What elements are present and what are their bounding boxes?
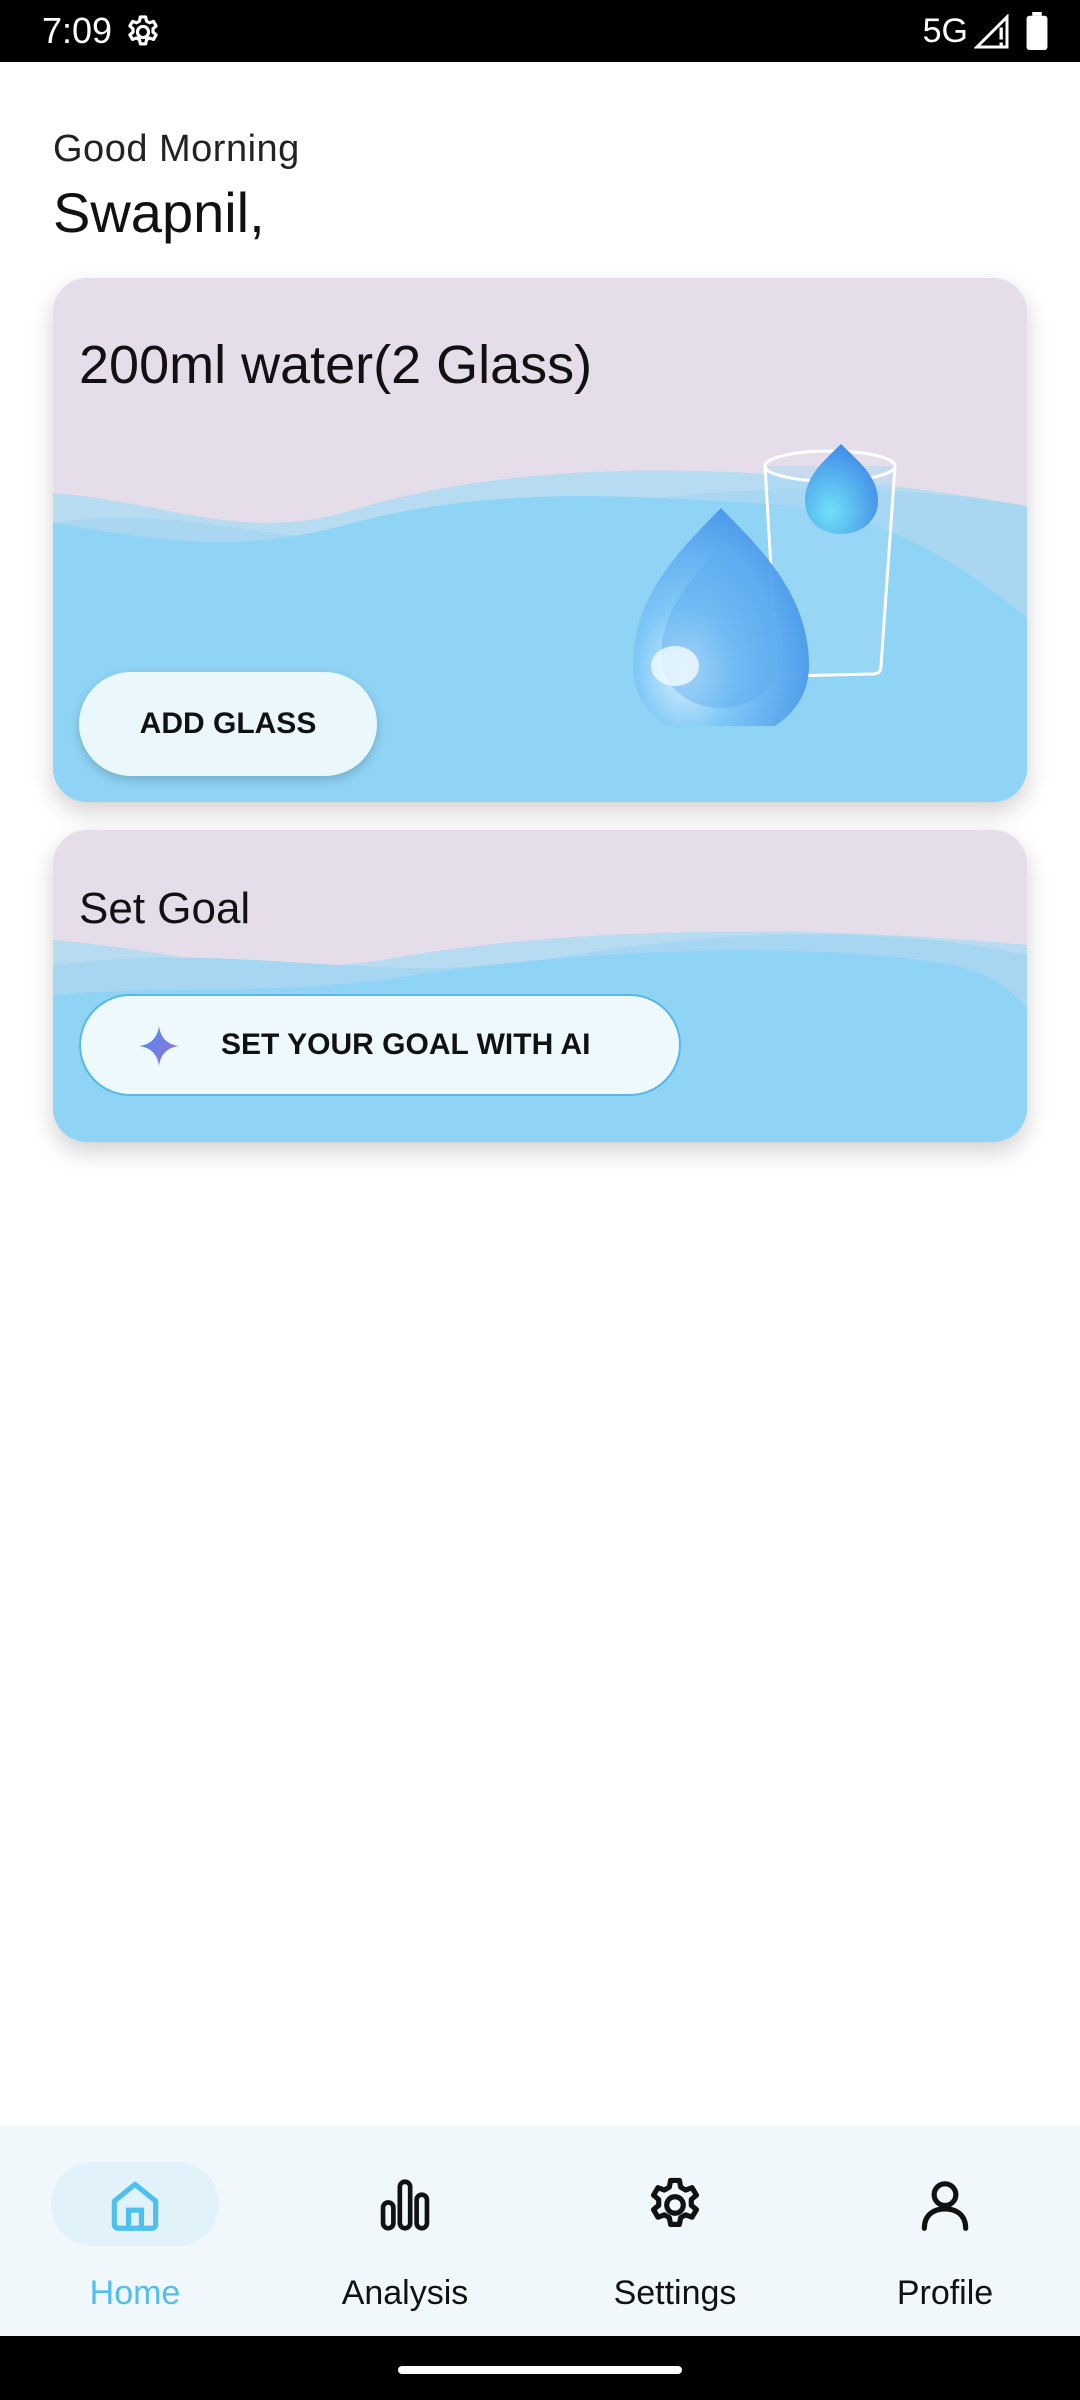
nav-label-settings: Settings xyxy=(613,2274,737,2312)
status-bar: 7:09 5G xyxy=(0,0,1080,62)
set-goal-with-ai-button[interactable]: SET YOUR GOAL WITH AI xyxy=(79,994,681,1096)
gesture-navigation-area xyxy=(0,2336,1080,2400)
water-intake-card: 200ml water(2 Glass) ADD GLASS xyxy=(53,278,1027,802)
person-icon xyxy=(921,2181,969,2231)
gear-icon xyxy=(650,2177,700,2227)
user-name: Swapnil, xyxy=(53,181,265,244)
nav-label-profile: Profile xyxy=(896,2274,994,2312)
network-type: 5G xyxy=(922,12,968,50)
set-goal-with-ai-label: SET YOUR GOAL WITH AI xyxy=(221,1028,591,1061)
add-glass-button[interactable]: ADD GLASS xyxy=(79,672,377,776)
home-icon xyxy=(111,2181,159,2231)
battery-icon xyxy=(1026,12,1048,50)
sparkle-icon xyxy=(138,1025,180,1067)
nav-item-profile[interactable]: Profile xyxy=(810,2126,1080,2336)
nav-item-analysis[interactable]: Analysis xyxy=(270,2126,540,2336)
nav-label-home: Home xyxy=(89,2274,181,2312)
set-goal-title: Set Goal xyxy=(79,884,251,933)
nav-label-analysis: Analysis xyxy=(341,2274,469,2312)
water-glass-illustration xyxy=(633,444,897,726)
nav-item-settings[interactable]: Settings xyxy=(540,2126,810,2336)
nav-item-home[interactable]: Home xyxy=(0,2126,270,2336)
home-gesture-handle[interactable] xyxy=(398,2366,682,2374)
settings-icon xyxy=(128,15,158,46)
greeting-text: Good Morning xyxy=(53,128,300,170)
bottom-navigation: Home Analysis Settings Profile xyxy=(0,2126,1080,2336)
status-time: 7:09 xyxy=(42,10,113,51)
set-goal-card: Set Goal SET YOUR GOAL WITH AI xyxy=(53,830,1027,1142)
signal-icon xyxy=(974,14,1009,49)
water-intake-title: 200ml water(2 Glass) xyxy=(79,335,593,395)
bar-chart-icon xyxy=(380,2179,430,2231)
